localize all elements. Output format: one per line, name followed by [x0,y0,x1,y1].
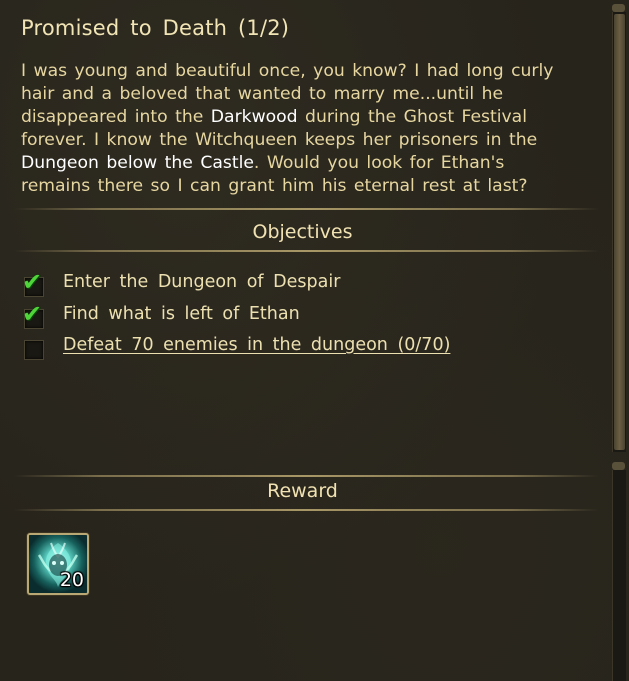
objective-item: ✔ Find what is left of Ethan [22,299,582,334]
objective-item[interactable]: Defeat 70 enemies in the dungeon (0/70) [22,333,582,365]
checkmark-icon: ✔ [22,268,43,296]
reward-count: 20 [59,569,84,591]
divider [14,250,599,252]
reward-scrollbar[interactable] [612,470,626,681]
quest-scrollbar[interactable] [612,12,626,452]
location-darkwood: Darkwood [210,107,298,127]
divider [14,475,599,477]
quest-description: I was young and beautiful once, you know… [21,60,566,198]
divider [14,208,599,210]
quest-description-panel: Promised to Death (1/2) I was young and … [0,0,611,458]
quest-title: Promised to Death (1/2) [21,16,290,40]
scrollbar-cap [612,462,625,470]
objectives-heading: Objectives [252,221,353,243]
divider [14,509,599,511]
objective-link[interactable]: Defeat 70 enemies in the dungeon (0/70) [63,335,450,355]
objectives-list: ✔ Enter the Dungeon of Despair ✔ Find wh… [22,268,582,365]
objective-label: Find what is left of Ethan [63,303,300,324]
objective-item: ✔ Enter the Dungeon of Despair [22,268,582,302]
objective-checkbox [24,340,44,360]
checkmark-icon: ✔ [22,299,43,328]
location-dungeon: Dungeon below the Castle [21,153,254,173]
reward-item[interactable]: 20 [27,533,89,595]
reward-heading: Reward [267,480,338,502]
scrollbar-cap [612,4,625,12]
objective-label: Enter the Dungeon of Despair [63,272,341,292]
scrollbar-thumb[interactable] [614,14,625,450]
